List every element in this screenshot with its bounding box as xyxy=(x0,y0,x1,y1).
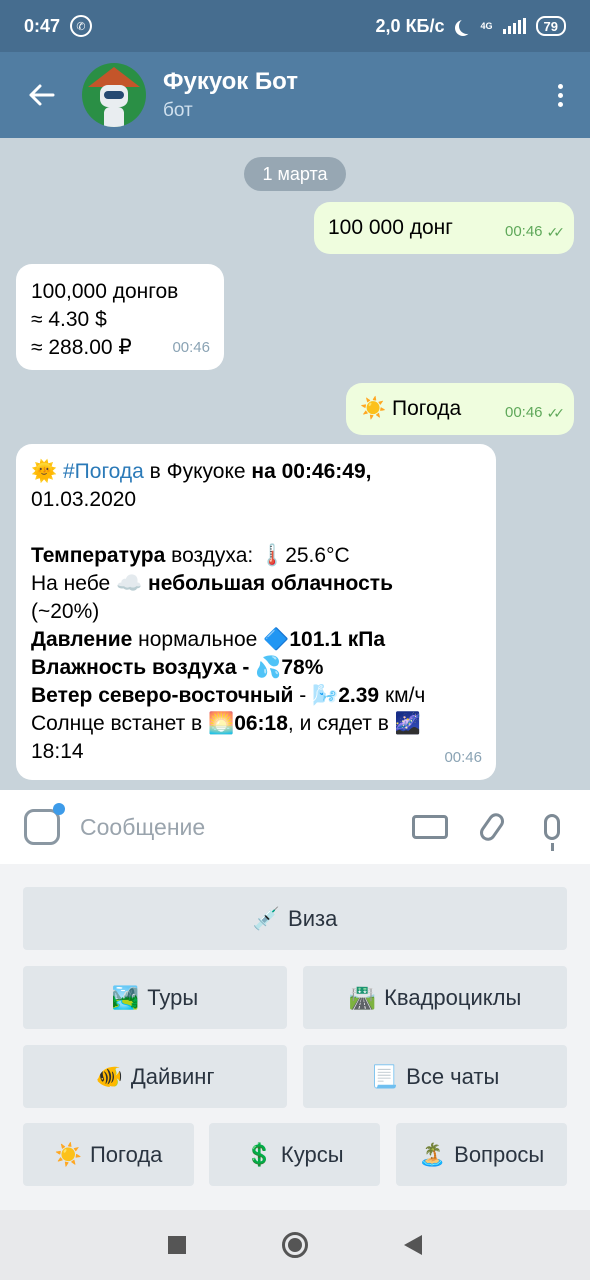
visa-button[interactable]: 💉 Виза xyxy=(23,887,567,950)
message-input[interactable]: Сообщение xyxy=(80,814,412,841)
road-icon: 🛣️ xyxy=(348,984,377,1010)
button-label: Курсы xyxy=(280,1141,344,1167)
chat-title: Фукуок Бот xyxy=(163,68,298,95)
weather-pressure: Давление нормальное 🔷101.1 кПа xyxy=(31,628,386,651)
status-time: 0:47 xyxy=(24,15,61,36)
more-menu-button[interactable] xyxy=(530,83,590,107)
message-text: Погода xyxy=(392,397,462,420)
message-time: 00:46 xyxy=(504,223,543,240)
syringe-icon: 💉 xyxy=(252,905,281,931)
dollar-icon: 💲 xyxy=(245,1141,273,1167)
button-label: Дайвинг xyxy=(130,1063,215,1089)
faq-button[interactable]: 🏝️ Вопросы xyxy=(396,1123,567,1186)
system-nav-bar xyxy=(0,1210,590,1280)
night-sky-icon: 🌌 xyxy=(394,712,421,735)
weather-button[interactable]: ☀️ Погода xyxy=(23,1123,194,1186)
diamond-icon: 🔷 xyxy=(263,628,290,651)
attach-icon[interactable] xyxy=(476,810,508,844)
whatsapp-icon: ✆ xyxy=(70,15,93,37)
message-time: 00:46 xyxy=(504,404,543,421)
scroll-icon: 📃 xyxy=(370,1063,399,1089)
island-icon: 🏝️ xyxy=(418,1141,447,1167)
droplets-icon: 💦 xyxy=(255,656,282,679)
rates-button[interactable]: 💲 Курсы xyxy=(209,1123,380,1186)
button-label: Виза xyxy=(288,905,338,931)
date-separator: 1 марта xyxy=(244,157,346,191)
sun-icon: ☀️ xyxy=(54,1141,82,1167)
message-input-bar: Сообщение xyxy=(0,790,590,864)
cloud-icon: ☁️ xyxy=(116,572,143,595)
button-label: Вопросы xyxy=(454,1141,545,1167)
weather-wind: Ветер северо-восточный - 🌬️2.39 км/ч xyxy=(31,684,426,707)
back-arrow-icon xyxy=(29,84,55,106)
fish-icon: 🐠 xyxy=(95,1063,123,1089)
weather-sky: На небе ☁️ небольшая облачность xyxy=(31,572,393,595)
network-speed: 2,0 КБ/с xyxy=(375,15,445,36)
weather-heading: 🌞 #Погода в Фукуоке на 00:46:49, xyxy=(31,460,372,483)
weather-date: 01.03.2020 xyxy=(31,488,137,511)
message-meta: 00:46 ✓✓ xyxy=(504,218,566,246)
message-meta: 00:46 xyxy=(172,334,210,362)
status-right: 2,0 КБ/с 4G 79 xyxy=(376,16,566,37)
weather-message[interactable]: 🌞 #Погода в Фукуоке на 00:46:49, 01.03.2… xyxy=(16,444,496,780)
sticker-icon[interactable] xyxy=(24,803,65,845)
network-type: 4G xyxy=(480,20,493,31)
button-label: Квадроциклы xyxy=(384,984,522,1010)
chat-subtitle: бот xyxy=(163,100,193,121)
microphone-icon[interactable] xyxy=(544,814,560,851)
weather-sunset: 18:14 xyxy=(31,740,84,763)
diving-button[interactable]: 🐠 Дайвинг xyxy=(23,1045,287,1108)
message-line: ≈ 4.30 $ xyxy=(31,308,107,331)
button-label: Все чаты xyxy=(406,1063,500,1089)
back-button[interactable] xyxy=(0,52,82,138)
message-meta: 00:46 ✓✓ xyxy=(504,399,566,427)
quads-button[interactable]: 🛣️ Квадроциклы xyxy=(303,966,567,1029)
weather-temperature: Температура воздуха: 🌡️25.6°C xyxy=(31,544,350,567)
wind-icon: 🌬️ xyxy=(312,684,339,707)
chat-title-block[interactable]: Фукуок Бот бот xyxy=(163,68,298,122)
bot-avatar[interactable] xyxy=(82,63,146,127)
weather-humidity: Влажность воздуха - 💦78% xyxy=(31,656,324,679)
message-incoming[interactable]: 100,000 донгов ≈ 4.30 $ ≈ 288.00 ₽ 00:46 xyxy=(16,264,224,370)
battery-icon: 79 xyxy=(535,16,566,36)
sunrise-icon: 🌅 xyxy=(208,712,235,735)
chat-area[interactable]: 1 марта 100 000 донг 00:46 ✓✓ 100,000 дон… xyxy=(0,138,590,790)
home-icon[interactable] xyxy=(282,1232,308,1258)
message-outgoing[interactable]: 100 000 донг 00:46 ✓✓ xyxy=(314,202,574,254)
sun-face-icon: 🌞 xyxy=(31,460,58,483)
message-text: 100 000 донг xyxy=(328,216,453,239)
sun-icon: ☀️ xyxy=(360,397,387,420)
keyboard-icon[interactable] xyxy=(412,815,448,839)
button-label: Туры xyxy=(147,984,199,1010)
recents-icon[interactable] xyxy=(168,1236,186,1254)
back-triangle-icon[interactable] xyxy=(404,1235,422,1255)
read-check-icon: ✓✓ xyxy=(546,224,566,240)
do-not-disturb-icon xyxy=(459,18,475,34)
park-icon: 🏞️ xyxy=(111,984,140,1010)
tours-button[interactable]: 🏞️ Туры xyxy=(23,966,287,1029)
weather-sun: Солнце встанет в 🌅06:18, и сядет в 🌌 xyxy=(31,712,421,735)
hashtag-link[interactable]: #Погода xyxy=(63,460,144,483)
message-line: 100,000 донгов xyxy=(31,280,179,303)
chat-header: Фукуок Бот бот xyxy=(0,52,590,138)
message-meta: 00:46 xyxy=(444,744,482,772)
thermometer-icon: 🌡️ xyxy=(259,544,286,567)
bot-keyboard: 💉 Виза 🏞️ Туры 🛣️ Квадроциклы 🐠 Дайвинг 📃 Все… xyxy=(0,864,590,1210)
message-time: 00:46 xyxy=(172,339,210,356)
message-outgoing[interactable]: ☀️ Погода 00:46 ✓✓ xyxy=(346,383,574,435)
read-check-icon: ✓✓ xyxy=(546,405,566,421)
button-label: Погода xyxy=(89,1141,163,1167)
weather-sky-percent: (~20%) xyxy=(31,600,100,623)
message-time: 00:46 xyxy=(444,749,482,766)
status-bar: 0:47 ✆ 2,0 КБ/с 4G 79 xyxy=(0,0,590,52)
signal-icon xyxy=(502,18,526,34)
all-chats-button[interactable]: 📃 Все чаты xyxy=(303,1045,567,1108)
